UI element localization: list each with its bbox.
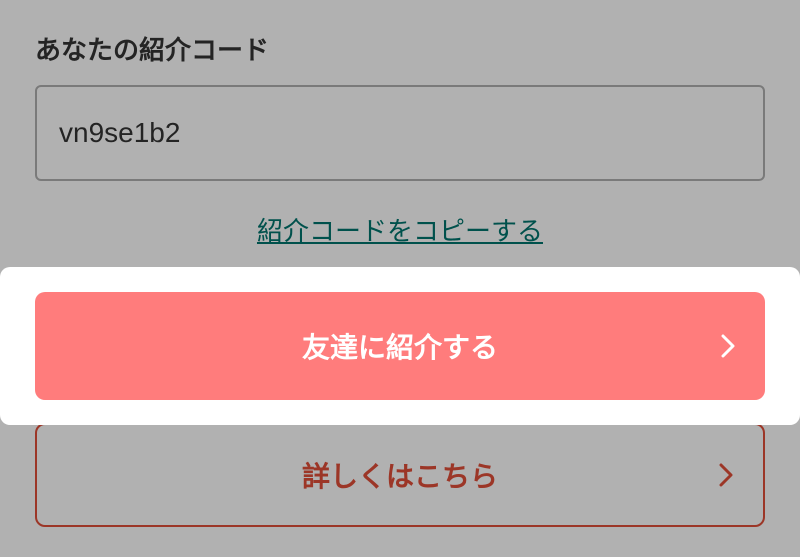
share-referral-button-label: 友達に紹介する — [302, 326, 498, 366]
share-referral-button[interactable]: 友達に紹介する — [35, 292, 765, 400]
details-button[interactable]: 詳しくはこちら — [35, 423, 765, 527]
copy-code-link[interactable]: 紹介コードをコピーする — [35, 211, 765, 248]
details-button-label: 詳しくはこちら — [302, 455, 498, 495]
chevron-right-icon — [719, 332, 737, 360]
referral-code-label: あなたの紹介コード — [35, 30, 765, 67]
chevron-right-icon — [717, 461, 735, 489]
referral-code-display: vn9se1b2 — [35, 85, 765, 181]
highlight-wrapper: 友達に紹介する — [0, 267, 800, 425]
